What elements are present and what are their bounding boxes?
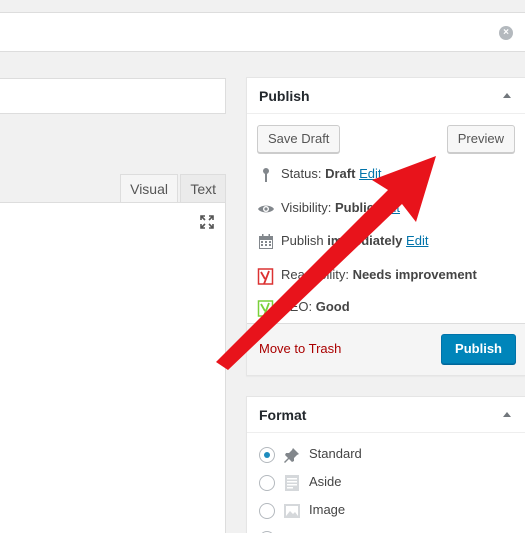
close-icon[interactable]: × [499,26,513,40]
schedule-value: immediately [327,233,403,248]
status-label: Status: [281,166,322,181]
calendar-icon [259,233,273,249]
editor-content-area[interactable] [0,269,226,533]
tab-visual[interactable]: Visual [120,174,178,203]
image-icon [284,503,300,518]
readability-label: Readability: [281,267,349,282]
preview-button[interactable]: Preview [446,125,515,153]
readability-row: Readability: Needs improvement [257,265,477,285]
format-box-title: Format [259,407,307,423]
publish-actions: Move to Trash Publish [247,323,525,375]
format-option-label: Aside [309,474,342,489]
visibility-label: Visibility: [281,200,332,215]
aside-icon [285,474,299,491]
radio-image[interactable] [259,502,275,519]
format-box: Format Standard Aside Image [246,396,525,533]
seo-value: Good [315,299,350,314]
status-value: Draft [325,166,356,181]
save-draft-button[interactable]: Save Draft [257,125,341,153]
publish-box: Publish Save Draft Preview Status: Draft… [246,77,525,376]
top-bar: × [0,12,525,52]
format-option-partial[interactable] [259,527,283,533]
status-edit-link[interactable]: Edit [359,166,381,181]
format-option-aside[interactable]: Aside [259,471,342,493]
fullscreen-icon[interactable] [199,214,215,230]
pushpin-icon [284,447,299,463]
format-option-label: Image [309,502,346,517]
publish-box-header[interactable]: Publish [247,78,525,114]
seo-row: SEO: Good [257,297,350,317]
move-to-trash-link[interactable]: Move to Trash [259,341,341,356]
radio-standard[interactable] [259,446,275,463]
visibility-row: Visibility: Public Edit [257,198,400,218]
title-input[interactable] [0,78,226,114]
schedule-row: Publish immediately Edit [257,231,428,251]
seo-label: SEO: [281,299,313,314]
tab-text[interactable]: Text [180,174,226,203]
publish-button[interactable]: Publish [441,334,516,364]
toggle-arrow-icon[interactable] [503,93,511,98]
publish-box-title: Publish [259,88,310,104]
editor-toolbar [0,202,226,270]
schedule-edit-link[interactable]: Edit [406,233,428,248]
format-option-image[interactable]: Image [259,499,345,521]
format-box-header[interactable]: Format [247,397,525,433]
radio-aside[interactable] [259,474,275,491]
editor-tabs: Visual Text [0,174,226,203]
visibility-value: Public [334,200,374,215]
eye-icon [258,205,274,212]
toggle-arrow-icon[interactable] [503,412,511,417]
yoast-red-icon [257,267,274,285]
visibility-edit-link[interactable]: Edit [378,200,400,215]
yoast-green-icon [257,299,274,317]
pin-icon [263,167,269,182]
format-option-standard[interactable]: Standard [259,443,362,465]
readability-value: Needs improvement [352,267,477,282]
status-row: Status: Draft Edit [257,164,381,184]
format-option-label: Standard [309,446,362,461]
schedule-label: Publish [281,233,324,248]
